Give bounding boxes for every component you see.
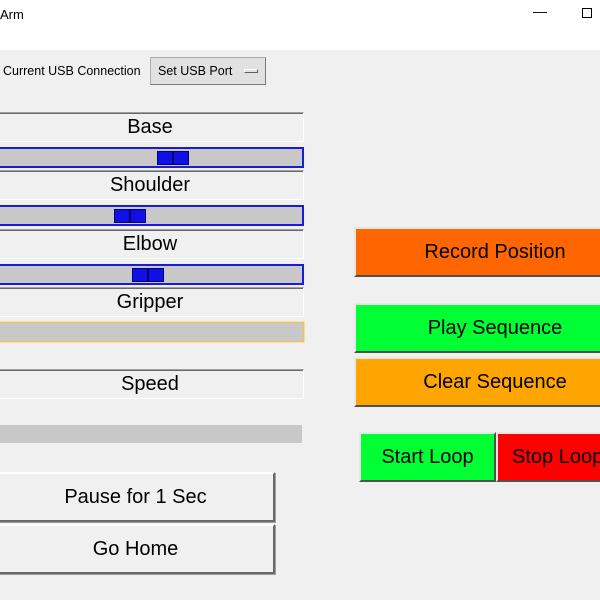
base-label: Base: [0, 112, 304, 142]
usb-connection-label: Current USB Connection: [3, 64, 141, 78]
speed-label: Speed: [0, 369, 304, 399]
play-sequence-button[interactable]: Play Sequence: [354, 303, 600, 353]
window-title: Arm: [0, 7, 24, 22]
gripper-slider[interactable]: [0, 321, 305, 343]
base-slider[interactable]: [0, 147, 304, 168]
stop-loop-button[interactable]: Stop Loop: [496, 432, 600, 482]
start-loop-button[interactable]: Start Loop: [359, 432, 496, 482]
clear-sequence-button[interactable]: Clear Sequence: [354, 357, 600, 407]
elbow-slider-thumb[interactable]: [132, 268, 164, 282]
record-position-button[interactable]: Record Position: [354, 227, 600, 277]
title-bar: Arm —: [0, 0, 600, 50]
pause-button[interactable]: Pause for 1 Sec: [0, 472, 275, 522]
speed-slider[interactable]: [0, 425, 302, 443]
maximize-icon[interactable]: [582, 8, 592, 18]
set-usb-port-button[interactable]: Set USB Port: [150, 57, 266, 85]
elbow-slider[interactable]: [0, 264, 304, 285]
elbow-label: Elbow: [0, 229, 304, 259]
go-home-button[interactable]: Go Home: [0, 524, 275, 574]
shoulder-label: Shoulder: [0, 170, 304, 200]
shoulder-slider-thumb[interactable]: [114, 209, 146, 223]
set-usb-port-label: Set USB Port: [158, 64, 233, 78]
shoulder-slider[interactable]: [0, 205, 304, 226]
base-slider-thumb[interactable]: [157, 151, 189, 165]
gripper-label: Gripper: [0, 287, 304, 317]
minimize-icon[interactable]: —: [533, 4, 547, 18]
dropdown-indicator-icon: [244, 69, 258, 73]
